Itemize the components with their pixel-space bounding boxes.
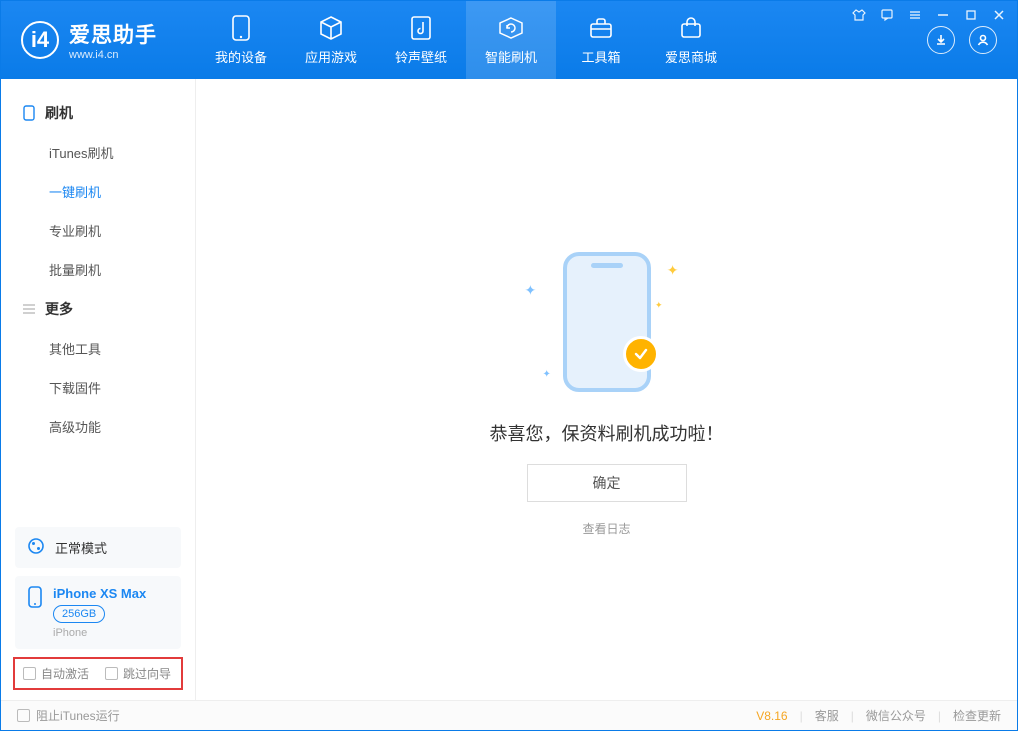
app-url: www.i4.cn [69, 49, 157, 61]
status-icon [27, 537, 45, 558]
window-controls [851, 7, 1007, 23]
check-update-link[interactable]: 检查更新 [953, 707, 1001, 724]
nav-tabs: 我的设备 应用游戏 铃声壁纸 智能刷机 工具箱 [196, 1, 927, 79]
tab-my-device[interactable]: 我的设备 [196, 1, 286, 79]
tab-smart-flash[interactable]: 智能刷机 [466, 1, 556, 79]
checkbox-icon [105, 667, 118, 680]
checkbox-auto-activate-label: 自动激活 [41, 665, 89, 682]
sidebar-group-flash-label: 刷机 [45, 103, 73, 123]
check-badge-icon [623, 336, 659, 372]
success-message: 恭喜您，保资料刷机成功啦！ [490, 420, 724, 446]
status-text: 正常模式 [55, 538, 107, 557]
tab-ringtone[interactable]: 铃声壁纸 [376, 1, 466, 79]
sidebar: 刷机 iTunes刷机 一键刷机 专业刷机 批量刷机 更多 其他工具 下载固件 … [1, 79, 196, 700]
sidebar-item-onekey[interactable]: 一键刷机 [1, 172, 195, 211]
ok-button[interactable]: 确定 [527, 464, 687, 502]
body: 刷机 iTunes刷机 一键刷机 专业刷机 批量刷机 更多 其他工具 下载固件 … [1, 79, 1017, 700]
logo[interactable]: i4 爱思助手 www.i4.cn [1, 1, 196, 79]
menu-icon[interactable] [907, 7, 923, 23]
checkbox-block-itunes[interactable]: 阻止iTunes运行 [17, 707, 120, 724]
toolbox-icon [588, 15, 614, 41]
maximize-icon[interactable] [963, 7, 979, 23]
version-label: V8.16 [756, 709, 787, 723]
sparkle-icon: ✦ [667, 262, 679, 279]
music-icon [408, 15, 434, 41]
sidebar-group-more-label: 更多 [45, 299, 73, 319]
device-type: iPhone [53, 627, 146, 639]
device-storage: 256GB [53, 605, 105, 623]
support-link[interactable]: 客服 [815, 707, 839, 724]
close-icon[interactable] [991, 7, 1007, 23]
checkbox-icon [17, 709, 30, 722]
sidebar-item-itunes[interactable]: iTunes刷机 [1, 133, 195, 172]
device-icon [27, 586, 43, 611]
sidebar-item-advanced[interactable]: 高级功能 [1, 407, 195, 446]
checkbox-skip-guide-label: 跳过向导 [123, 665, 171, 682]
device-name: iPhone XS Max [53, 586, 146, 601]
sparkle-icon: ✦ [543, 369, 551, 380]
success-illustration: ✦ ✦ ✦ ✦ [507, 242, 707, 402]
tab-toolbox[interactable]: 工具箱 [556, 1, 646, 79]
sidebar-group-flash: 刷机 [1, 93, 195, 133]
status-card[interactable]: 正常模式 [15, 527, 181, 568]
sparkle-icon: ✦ [525, 282, 537, 299]
sidebar-item-pro[interactable]: 专业刷机 [1, 211, 195, 250]
sidebar-item-other[interactable]: 其他工具 [1, 329, 195, 368]
sidebar-item-batch[interactable]: 批量刷机 [1, 250, 195, 289]
checkbox-skip-guide[interactable]: 跳过向导 [105, 665, 171, 682]
checkbox-auto-activate[interactable]: 自动激活 [23, 665, 89, 682]
tab-apps[interactable]: 应用游戏 [286, 1, 376, 79]
feedback-icon[interactable] [879, 7, 895, 23]
view-log-link[interactable]: 查看日志 [582, 520, 630, 537]
logo-icon: i4 [21, 21, 59, 59]
refresh-icon [498, 15, 524, 41]
tab-store[interactable]: 爱思商城 [646, 1, 736, 79]
list-icon [21, 301, 37, 317]
header: i4 爱思助手 www.i4.cn 我的设备 应用游戏 铃声壁纸 [1, 1, 1017, 79]
wechat-link[interactable]: 微信公众号 [866, 707, 926, 724]
sidebar-group-more: 更多 [1, 289, 195, 329]
store-icon [678, 15, 704, 41]
footer: 阻止iTunes运行 V8.16 | 客服 | 微信公众号 | 检查更新 [1, 700, 1017, 730]
main-content: ✦ ✦ ✦ ✦ 恭喜您，保资料刷机成功啦！ 确定 查看日志 [196, 79, 1017, 700]
minimize-icon[interactable] [935, 7, 951, 23]
options-row: 自动激活 跳过向导 [13, 657, 183, 690]
device-icon [228, 15, 254, 41]
cube-icon [318, 15, 344, 41]
checkbox-icon [23, 667, 36, 680]
sidebar-item-firmware[interactable]: 下载固件 [1, 368, 195, 407]
app-name: 爱思助手 [69, 19, 157, 49]
user-icon[interactable] [969, 26, 997, 54]
download-icon[interactable] [927, 26, 955, 54]
block-itunes-label: 阻止iTunes运行 [36, 707, 120, 724]
sparkle-icon: ✦ [655, 300, 663, 311]
phone-icon [21, 105, 37, 121]
device-card[interactable]: iPhone XS Max 256GB iPhone [15, 576, 181, 649]
shirt-icon[interactable] [851, 7, 867, 23]
